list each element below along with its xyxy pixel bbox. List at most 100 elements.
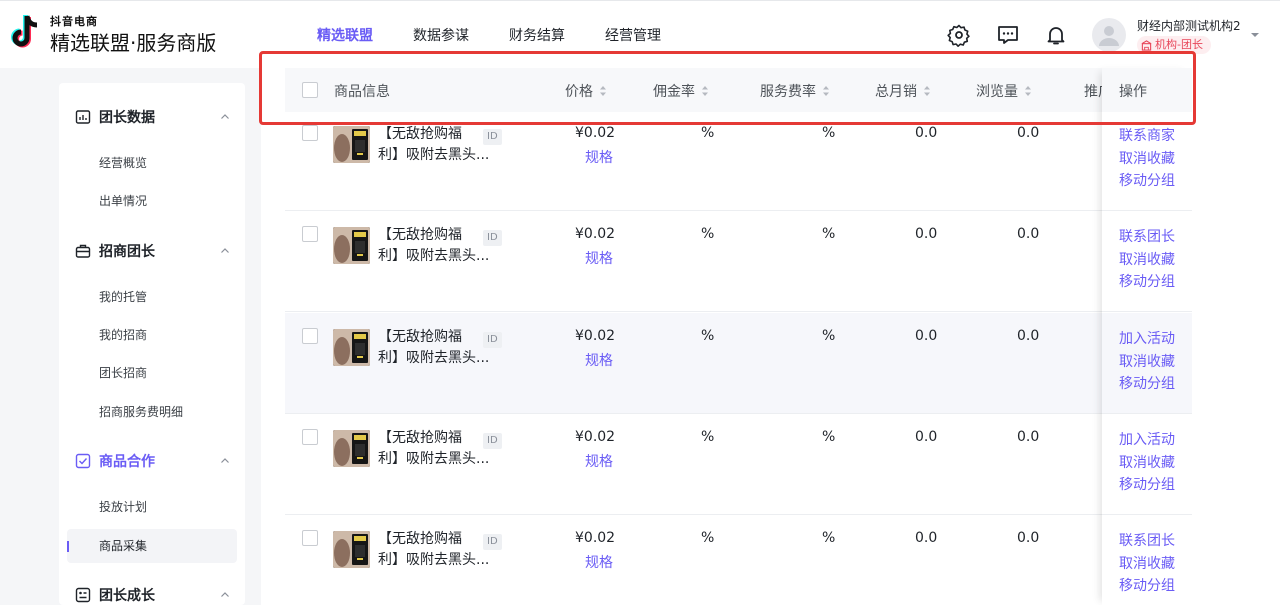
product-image-icon bbox=[333, 126, 370, 163]
bell-icon[interactable] bbox=[1044, 23, 1068, 47]
row-checkbox[interactable] bbox=[302, 429, 318, 445]
product-thumbnail[interactable] bbox=[333, 227, 370, 264]
account-name: 财经内部测试机构2 bbox=[1137, 19, 1241, 33]
growth-icon bbox=[75, 587, 91, 603]
nav-tab-selected-alliance[interactable]: 精选联盟 bbox=[297, 23, 393, 49]
service-fee-rate: % bbox=[822, 530, 836, 546]
spec-link[interactable]: 规格 bbox=[585, 350, 613, 370]
sidebar-item-product-collection[interactable]: 商品采集 bbox=[67, 529, 237, 563]
message-icon[interactable] bbox=[996, 23, 1020, 47]
sidebar-section-product-coop[interactable]: 商品合作 bbox=[59, 441, 245, 481]
product-title[interactable]: 【无敌抢购福 利】吸附去黑头... bbox=[378, 225, 494, 267]
brand-title: 精选联盟·服务商版 bbox=[50, 31, 217, 55]
product-id-tag[interactable]: ID bbox=[483, 129, 502, 145]
sidebar-item-overview[interactable]: 经营概览 bbox=[67, 146, 237, 180]
op-primary-link[interactable]: 联系团长 bbox=[1119, 226, 1175, 246]
sidebar-item-my-hosting[interactable]: 我的托管 bbox=[67, 280, 237, 314]
sort-icon[interactable] bbox=[701, 85, 709, 97]
product-price: ¥0.02 bbox=[575, 429, 616, 445]
product-thumbnail[interactable] bbox=[333, 329, 370, 366]
cancel-favorite-link[interactable]: 取消收藏 bbox=[1119, 249, 1175, 269]
table-row[interactable]: 【无敌抢购福 利】吸附去黑头... ID ¥0.02 规格%% 0.0 0.0 bbox=[285, 211, 1192, 312]
account-dropdown-icon[interactable] bbox=[1250, 30, 1260, 40]
product-title[interactable]: 【无敌抢购福 利】吸附去黑头... bbox=[378, 124, 494, 166]
cancel-favorite-link[interactable]: 取消收藏 bbox=[1119, 452, 1175, 472]
briefcase-icon bbox=[75, 244, 91, 258]
row-checkbox[interactable] bbox=[302, 125, 318, 141]
move-group-link[interactable]: 移动分组 bbox=[1119, 170, 1175, 190]
monthly-sales: 0.0 bbox=[915, 429, 938, 445]
product-id-tag[interactable]: ID bbox=[483, 230, 502, 246]
spec-link[interactable]: 规格 bbox=[585, 147, 613, 167]
op-primary-link[interactable]: 加入活动 bbox=[1119, 328, 1175, 348]
sort-icon[interactable] bbox=[822, 85, 830, 97]
column-header-monthly-sales[interactable]: 总月销 bbox=[875, 81, 931, 101]
product-title[interactable]: 【无敌抢购福 利】吸附去黑头... bbox=[378, 327, 494, 369]
op-primary-link[interactable]: 加入活动 bbox=[1119, 429, 1175, 449]
sidebar-section-leader-growth[interactable]: 团长成长 bbox=[59, 575, 245, 605]
column-header-commission-rate[interactable]: 佣金率 bbox=[653, 81, 709, 101]
select-all-checkbox[interactable] bbox=[302, 82, 318, 98]
top-header: 抖音电商 精选联盟·服务商版 精选联盟 数据参谋 财务结算 经营管理 财经内部测… bbox=[0, 0, 1280, 68]
table-row[interactable]: 【无敌抢购福 利】吸附去黑头... ID ¥0.02 规格%% 0.0 0.0 bbox=[285, 414, 1192, 515]
op-primary-link[interactable]: 联系团长 bbox=[1119, 530, 1175, 550]
sort-icon[interactable] bbox=[923, 85, 931, 97]
monthly-sales: 0.0 bbox=[915, 530, 938, 546]
table-row[interactable]: 【无敌抢购福 利】吸附去黑头... ID ¥0.02 规格%% 0.0 0.0 bbox=[285, 515, 1192, 605]
cancel-favorite-link[interactable]: 取消收藏 bbox=[1119, 351, 1175, 371]
spec-link[interactable]: 规格 bbox=[585, 552, 613, 572]
settings-icon[interactable] bbox=[947, 23, 971, 47]
product-id-tag[interactable]: ID bbox=[483, 433, 502, 449]
sort-icon[interactable] bbox=[599, 85, 607, 97]
column-header-price[interactable]: 价格 bbox=[565, 81, 607, 101]
product-id-tag[interactable]: ID bbox=[483, 534, 502, 550]
spec-link[interactable]: 规格 bbox=[585, 248, 613, 268]
sidebar-section-leader-data[interactable]: 团长数据 bbox=[59, 97, 245, 137]
move-group-link[interactable]: 移动分组 bbox=[1119, 575, 1175, 595]
product-image-icon bbox=[333, 531, 370, 568]
product-thumbnail[interactable] bbox=[333, 531, 370, 568]
commission-rate: % bbox=[701, 328, 715, 344]
spec-link[interactable]: 规格 bbox=[585, 451, 613, 471]
row-checkbox[interactable] bbox=[302, 328, 318, 344]
cancel-favorite-link[interactable]: 取消收藏 bbox=[1119, 553, 1175, 573]
douyin-logo-icon[interactable] bbox=[9, 13, 43, 53]
avatar[interactable] bbox=[1092, 18, 1126, 52]
product-title[interactable]: 【无敌抢购福 利】吸附去黑头... bbox=[378, 529, 494, 571]
row-checkbox[interactable] bbox=[302, 226, 318, 242]
nav-tab-management[interactable]: 经营管理 bbox=[585, 23, 681, 49]
move-group-link[interactable]: 移动分组 bbox=[1119, 373, 1175, 393]
table-row[interactable]: 【无敌抢购福 利】吸附去黑头... ID ¥0.02 规格%% 0.0 0.0 bbox=[285, 110, 1192, 211]
product-table: 商品信息 价格 佣金率 服务费率 总月销 浏览量 推广 【无敌抢购福 利】吸附去黑… bbox=[285, 68, 1192, 605]
product-thumbnail[interactable] bbox=[333, 430, 370, 467]
product-id-tag[interactable]: ID bbox=[483, 332, 502, 348]
sidebar-section-recruit-leader[interactable]: 招商团长 bbox=[59, 231, 245, 271]
product-thumbnail[interactable] bbox=[333, 126, 370, 163]
sidebar-section-title: 商品合作 bbox=[99, 454, 155, 470]
nav-tab-finance[interactable]: 财务结算 bbox=[489, 23, 585, 49]
move-group-link[interactable]: 移动分组 bbox=[1119, 474, 1175, 494]
monthly-sales: 0.0 bbox=[915, 328, 938, 344]
product-title[interactable]: 【无敌抢购福 利】吸附去黑头... bbox=[378, 428, 494, 470]
table-row[interactable]: 【无敌抢购福 利】吸附去黑头... ID ¥0.02 规格%% 0.0 0.0 bbox=[285, 313, 1192, 414]
product-image-icon bbox=[333, 430, 370, 467]
product-price: ¥0.02 bbox=[575, 125, 616, 141]
row-checkbox[interactable] bbox=[302, 530, 318, 546]
move-group-link[interactable]: 移动分组 bbox=[1119, 271, 1175, 291]
cancel-favorite-link[interactable]: 取消收藏 bbox=[1119, 148, 1175, 168]
nav-tab-data-advisor[interactable]: 数据参谋 bbox=[393, 23, 489, 49]
sidebar-item-my-recruit[interactable]: 我的招商 bbox=[67, 318, 237, 352]
operations-cell: 加入活动取消收藏 移动分组 bbox=[1102, 414, 1192, 515]
chart-icon bbox=[75, 110, 91, 124]
sidebar-item-delivery-plan[interactable]: 投放计划 bbox=[67, 490, 237, 524]
service-fee-rate: % bbox=[822, 328, 836, 344]
sidebar-item-recruit-fee-detail[interactable]: 招商服务费明细 bbox=[67, 395, 237, 429]
monthly-sales: 0.0 bbox=[915, 125, 938, 141]
chevron-up-icon bbox=[221, 458, 229, 463]
sidebar-item-orders[interactable]: 出单情况 bbox=[67, 184, 237, 218]
sidebar-item-leader-recruit[interactable]: 团长招商 bbox=[67, 356, 237, 390]
column-header-service-fee-rate[interactable]: 服务费率 bbox=[760, 81, 830, 101]
sort-icon[interactable] bbox=[1024, 85, 1032, 97]
op-primary-link[interactable]: 联系商家 bbox=[1119, 125, 1175, 145]
column-header-views[interactable]: 浏览量 bbox=[976, 81, 1032, 101]
